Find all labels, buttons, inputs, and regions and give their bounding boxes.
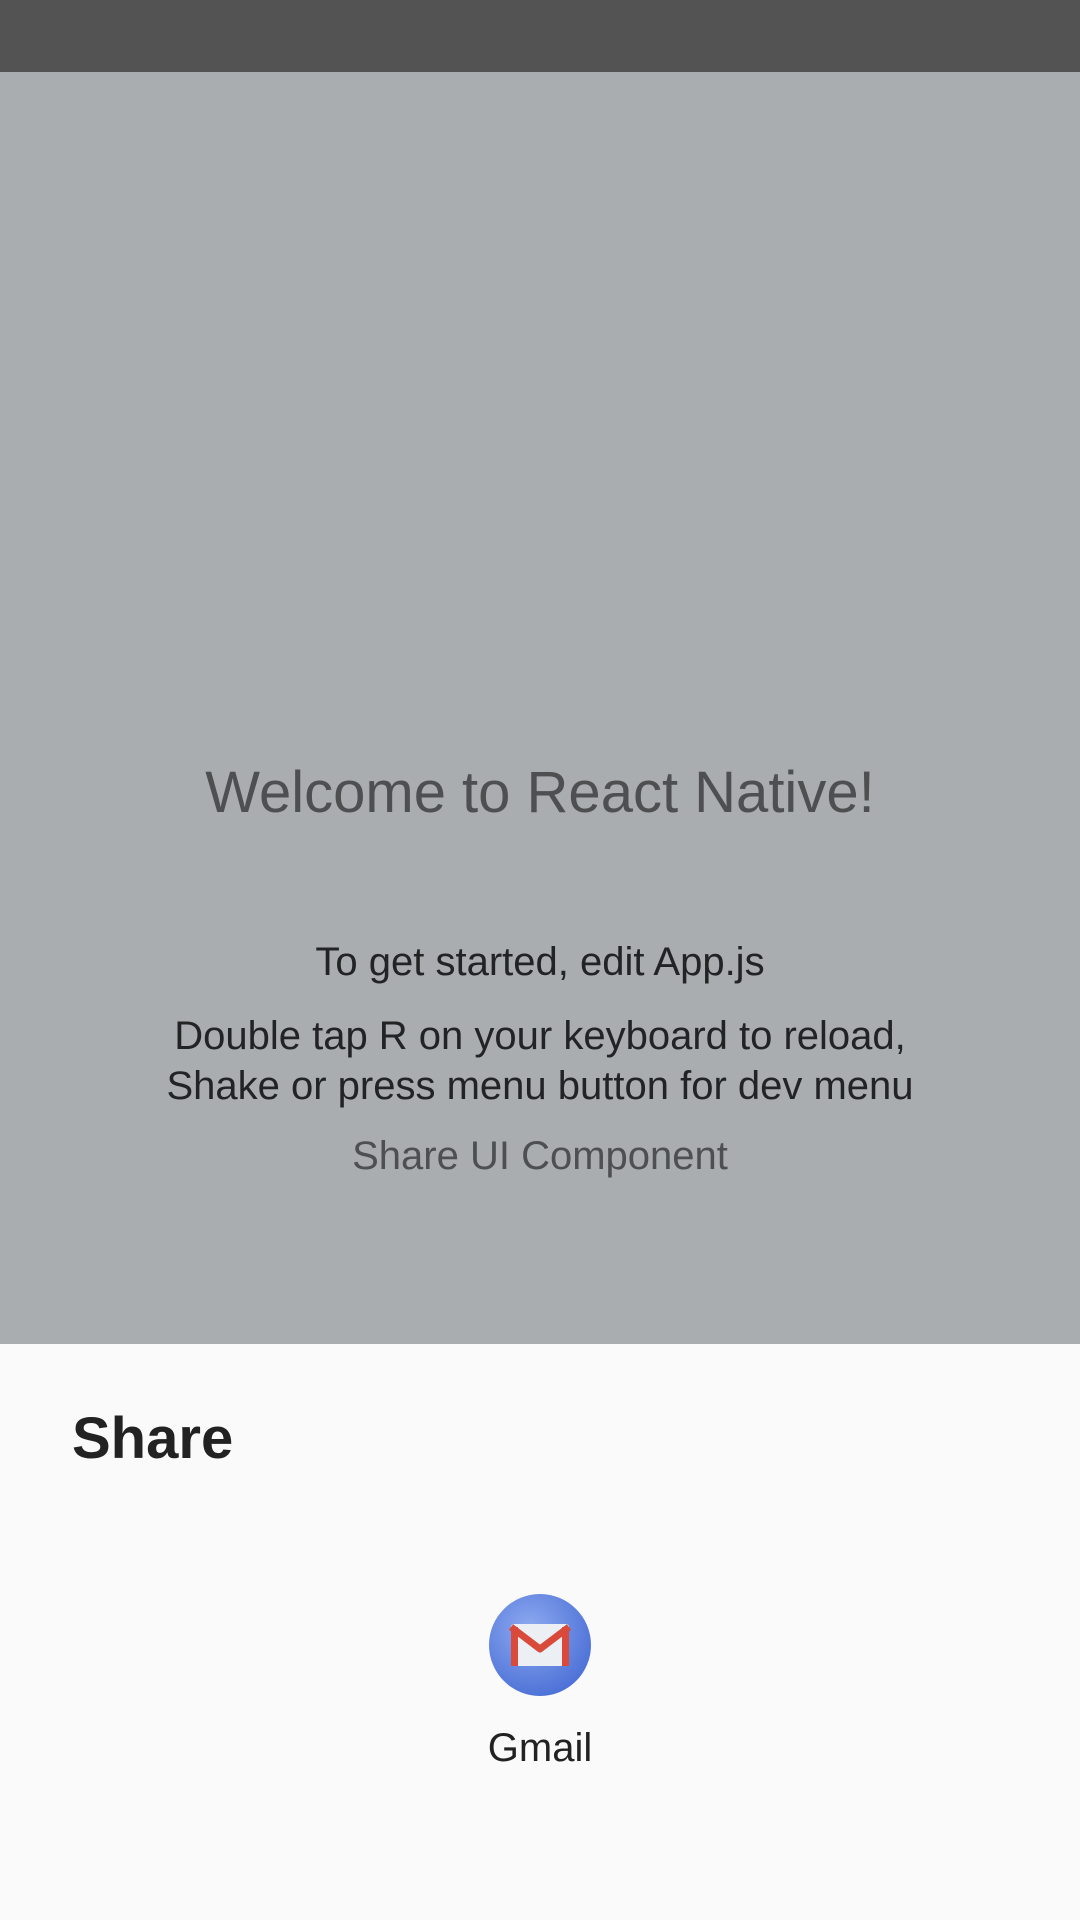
instructions-edit: To get started, edit App.js — [315, 940, 765, 984]
share-target-gmail[interactable]: Gmail — [440, 1594, 640, 1804]
phone-screen: Welcome to React Native! To get started,… — [0, 0, 1080, 1920]
share-target-label: Gmail — [487, 1726, 593, 1770]
share-ui-component-button[interactable]: Share UI Component — [300, 1130, 780, 1182]
instructions-reload: Double tap R on your keyboard to reload,… — [166, 1014, 914, 1108]
share-sheet-title: Share — [72, 1406, 234, 1471]
share-sheet: Share Gmail — [0, 1344, 1080, 1920]
welcome-title: Welcome to React Native! — [205, 760, 875, 825]
status-bar — [0, 0, 1080, 72]
gmail-icon — [489, 1594, 591, 1696]
